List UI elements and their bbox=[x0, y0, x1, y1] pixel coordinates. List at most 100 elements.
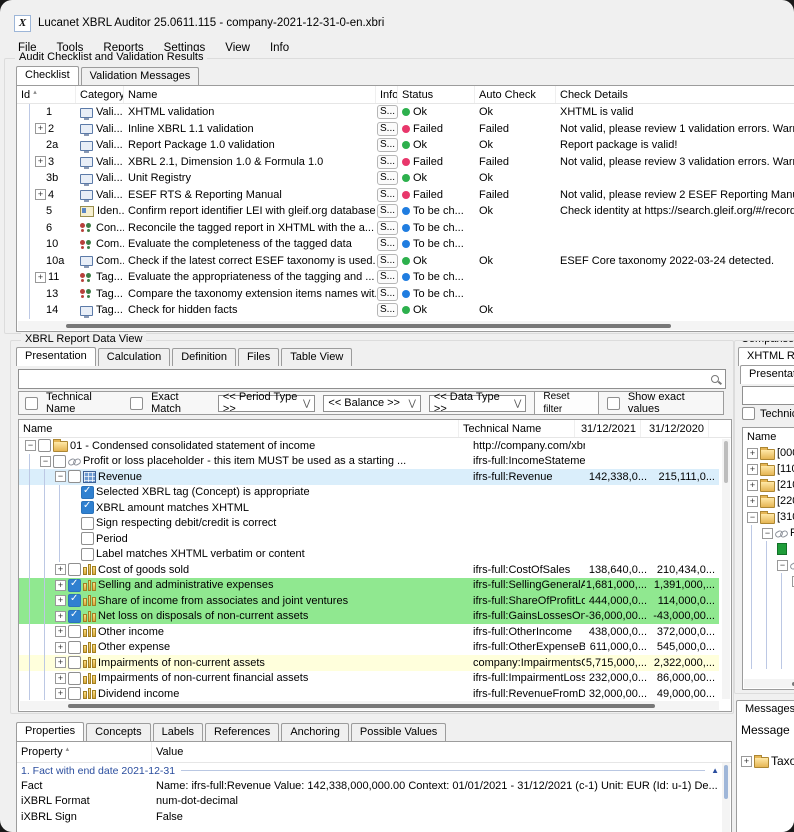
search-input[interactable] bbox=[19, 373, 711, 385]
tab-labels[interactable]: Labels bbox=[153, 723, 203, 741]
tab-checklist[interactable]: Checklist bbox=[16, 66, 79, 85]
tab-presentation-right[interactable]: Presentation bbox=[740, 365, 794, 384]
expander-plus-icon[interactable]: + bbox=[747, 464, 758, 475]
tree-row[interactable]: +Other expenseifrs-full:OtherExpenseByFu… bbox=[19, 640, 719, 656]
checklist-row[interactable]: 10aCom...Check if the latest correct ESE… bbox=[17, 253, 794, 270]
info-button[interactable]: S... bbox=[377, 188, 398, 202]
expander-plus-icon[interactable]: + bbox=[747, 480, 758, 491]
tree-row[interactable]: −Profit or loss placeholder - this item … bbox=[19, 454, 719, 470]
info-button[interactable]: S... bbox=[377, 303, 398, 317]
checklist-row[interactable]: 14Tag...Check for hidden factsS...OkOk bbox=[17, 302, 794, 319]
expander-plus-icon[interactable]: + bbox=[35, 156, 46, 167]
tab-files[interactable]: Files bbox=[238, 348, 279, 366]
tab-anchoring[interactable]: Anchoring bbox=[281, 723, 349, 741]
row-checkbox[interactable] bbox=[81, 532, 94, 545]
comparison-tree-row[interactable] bbox=[743, 653, 794, 669]
exact-match-checkbox[interactable] bbox=[130, 397, 143, 410]
info-button[interactable]: S... bbox=[377, 122, 398, 136]
column-header-property[interactable]: Property▴ bbox=[17, 742, 152, 762]
checklist-row[interactable]: +11Tag...Evaluate the appropriateness of… bbox=[17, 269, 794, 286]
row-checkbox[interactable] bbox=[53, 455, 66, 468]
property-row[interactable]: iXBRL Formatnum-dot-decimal bbox=[17, 794, 731, 810]
tab-properties[interactable]: Properties bbox=[16, 722, 84, 741]
comparison-tree-row[interactable]: −P bbox=[743, 525, 794, 541]
expander-plus-icon[interactable]: + bbox=[55, 564, 66, 575]
technical-name-checkbox[interactable] bbox=[25, 397, 38, 410]
scroll-thumb[interactable] bbox=[68, 704, 655, 708]
comparison-tree-row[interactable] bbox=[743, 637, 794, 653]
tree-row[interactable]: Selected XBRL tag (Concept) is appropria… bbox=[19, 485, 719, 501]
tab-calculation[interactable]: Calculation bbox=[98, 348, 170, 366]
comparison-tree-row[interactable]: +[110 bbox=[743, 461, 794, 477]
expander-minus-icon[interactable]: − bbox=[762, 528, 773, 539]
info-button[interactable]: S... bbox=[377, 254, 398, 268]
tab-references[interactable]: References bbox=[205, 723, 279, 741]
tab-possible-values[interactable]: Possible Values bbox=[351, 723, 446, 741]
tree-row[interactable]: Sign respecting debit/credit is correct bbox=[19, 516, 719, 532]
tab-definition[interactable]: Definition bbox=[172, 348, 236, 366]
properties-vscrollbar[interactable] bbox=[722, 763, 730, 832]
tree-row[interactable]: XBRL amount matches XHTML bbox=[19, 500, 719, 516]
row-checkbox[interactable] bbox=[81, 517, 94, 530]
checklist-row[interactable]: 5Iden...Confirm report identifier LEI wi… bbox=[17, 203, 794, 220]
collapse-icon[interactable]: ▲ bbox=[711, 766, 719, 775]
tree-row[interactable]: +Impairments of non-current financial as… bbox=[19, 671, 719, 687]
row-checkbox[interactable] bbox=[68, 594, 81, 607]
tree-row[interactable]: +Selling and administrative expensesifrs… bbox=[19, 578, 719, 594]
checklist-row[interactable]: +4Vali...ESEF RTS & Reporting ManualS...… bbox=[17, 187, 794, 204]
row-checkbox[interactable] bbox=[68, 470, 81, 483]
expander-plus-icon[interactable]: + bbox=[55, 611, 66, 622]
info-button[interactable]: S... bbox=[377, 155, 398, 169]
menu-item-view[interactable]: View bbox=[225, 42, 250, 54]
property-row[interactable]: iXBRL SignFalse bbox=[17, 809, 731, 825]
comparison-tree-row[interactable] bbox=[743, 589, 794, 605]
scroll-thumb[interactable] bbox=[724, 441, 728, 483]
row-checkbox[interactable] bbox=[68, 687, 81, 700]
row-checkbox[interactable] bbox=[68, 672, 81, 685]
checklist-row[interactable]: +3Vali...XBRL 2.1, Dimension 1.0 & Formu… bbox=[17, 154, 794, 171]
column-header-name[interactable]: Name bbox=[124, 86, 376, 103]
row-checkbox[interactable] bbox=[68, 563, 81, 576]
expander-plus-icon[interactable]: + bbox=[35, 272, 46, 283]
expander-plus-icon[interactable]: + bbox=[55, 580, 66, 591]
column-header-31-12-2020[interactable]: 31/12/2020 bbox=[641, 420, 709, 437]
info-button[interactable]: S... bbox=[377, 138, 398, 152]
balance-dropdown[interactable]: << Balance >>⋁ bbox=[323, 395, 420, 412]
column-header-value[interactable]: Value bbox=[152, 742, 731, 762]
info-button[interactable]: S... bbox=[377, 287, 398, 301]
row-checkbox[interactable] bbox=[68, 641, 81, 654]
checklist-hscrollbar[interactable] bbox=[18, 321, 794, 330]
column-header-auto-check[interactable]: Auto Check bbox=[475, 86, 556, 103]
column-header-id[interactable]: Id▴ bbox=[17, 86, 76, 103]
comparison-tree-row[interactable]: − bbox=[743, 557, 794, 573]
expander-minus-icon[interactable]: − bbox=[777, 560, 788, 571]
scroll-thumb[interactable] bbox=[66, 324, 671, 328]
column-header-31-12-2021[interactable]: 31/12/2021 bbox=[575, 420, 641, 437]
expander-plus-icon[interactable]: + bbox=[55, 673, 66, 684]
info-button[interactable]: S... bbox=[377, 204, 398, 218]
row-checkbox[interactable] bbox=[81, 486, 94, 499]
column-header-name[interactable]: Name bbox=[19, 420, 459, 437]
expander-plus-icon[interactable]: + bbox=[55, 657, 66, 668]
period-type-dropdown[interactable]: << Period Type >>⋁ bbox=[218, 395, 315, 412]
tab-table-view[interactable]: Table View bbox=[281, 348, 352, 366]
menu-item-info[interactable]: Info bbox=[270, 42, 289, 54]
expander-minus-icon[interactable]: − bbox=[25, 440, 36, 451]
property-row[interactable]: FactName: ifrs-full:Revenue Value: 142,3… bbox=[17, 778, 731, 794]
expander-plus-icon[interactable]: + bbox=[55, 642, 66, 653]
tree-row[interactable]: +Cost of goods soldifrs-full:CostOfSales… bbox=[19, 562, 719, 578]
tree-row[interactable]: +Impairments of non-current assetscompan… bbox=[19, 655, 719, 671]
message-column-header[interactable]: Message bbox=[737, 719, 794, 741]
info-button[interactable]: S... bbox=[377, 270, 398, 284]
tree-row[interactable]: −Revenueifrs-full:Revenue142,338,0...215… bbox=[19, 469, 719, 485]
expander-plus-icon[interactable]: + bbox=[747, 496, 758, 507]
comparison-tree-row[interactable]: +[000 bbox=[743, 445, 794, 461]
info-button[interactable]: S... bbox=[377, 237, 398, 251]
checklist-row[interactable]: 10Com...Evaluate the completeness of the… bbox=[17, 236, 794, 253]
tree-row[interactable]: Period bbox=[19, 531, 719, 547]
comparison-tree-row[interactable]: −[310 bbox=[743, 509, 794, 525]
expander-plus-icon[interactable]: + bbox=[741, 756, 752, 767]
tree-row[interactable]: +Net loss on disposals of non-current as… bbox=[19, 609, 719, 625]
tab-concepts[interactable]: Concepts bbox=[86, 723, 150, 741]
column-header-info[interactable]: Info bbox=[376, 86, 398, 103]
